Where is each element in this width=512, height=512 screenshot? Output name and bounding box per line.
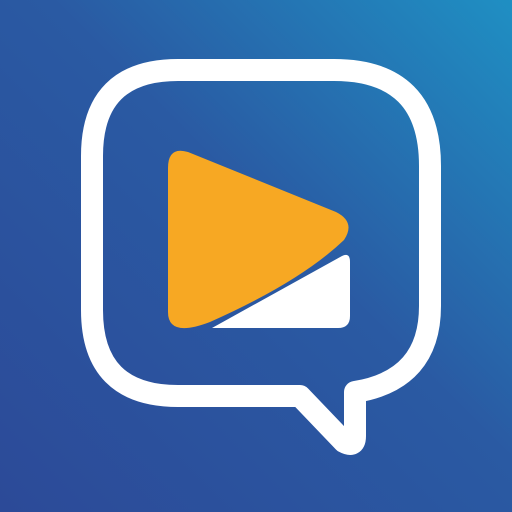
- app-icon: [0, 0, 512, 512]
- app-icon-graphic: [0, 0, 512, 512]
